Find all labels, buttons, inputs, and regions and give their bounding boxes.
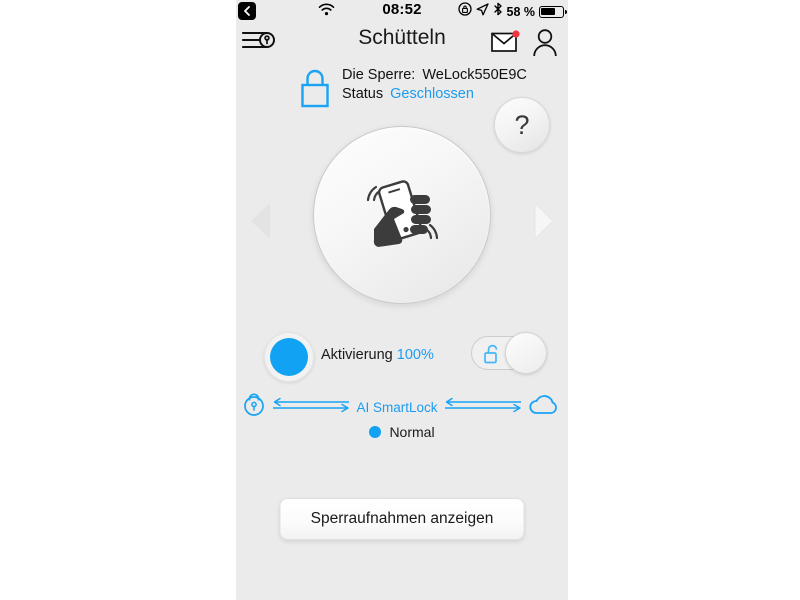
double-arrow-icon bbox=[441, 396, 525, 419]
normal-status-row: Normal bbox=[236, 424, 568, 440]
profile-person-icon[interactable] bbox=[531, 28, 559, 62]
padlock-open-icon bbox=[483, 344, 501, 369]
normal-status-label: Normal bbox=[389, 424, 435, 440]
lock-toggle-switch[interactable] bbox=[471, 332, 547, 374]
status-badge[interactable]: Geschlossen bbox=[390, 85, 474, 104]
cloud-icon bbox=[528, 393, 562, 422]
lock-circle-icon bbox=[242, 392, 266, 423]
show-lock-records-button[interactable]: Sperraufnahmen anzeigen bbox=[279, 498, 525, 540]
phone-screen: 08:52 58 % Schütteln Die Sperre: WeLock5… bbox=[236, 0, 568, 600]
double-arrow-icon bbox=[269, 396, 353, 419]
battery-percent-label: 58 % bbox=[506, 4, 536, 19]
shake-button[interactable] bbox=[313, 126, 491, 304]
rotation-lock-icon bbox=[457, 2, 472, 21]
battery-icon bbox=[539, 5, 567, 18]
bluetooth-icon bbox=[493, 2, 503, 21]
chevron-right-icon[interactable] bbox=[530, 200, 556, 247]
status-bar-right-group: 58 % bbox=[457, 2, 567, 21]
padlock-closed-icon bbox=[298, 67, 332, 116]
lock-name-row: Die Sperre: WeLock550E9C bbox=[342, 66, 527, 85]
hand-shaking-phone-icon bbox=[356, 167, 448, 264]
activation-text: Aktivierung 100% bbox=[321, 347, 434, 363]
toggle-knob[interactable] bbox=[505, 332, 547, 374]
mail-envelope-icon[interactable] bbox=[491, 30, 521, 59]
lock-status-row: Status Geschlossen bbox=[342, 85, 527, 104]
chevron-left-icon[interactable] bbox=[248, 200, 274, 247]
lock-label: Die Sperre: bbox=[342, 67, 416, 83]
lock-name-value: WeLock550E9C bbox=[422, 67, 527, 83]
status-dot-icon bbox=[369, 426, 382, 438]
activation-percent: 100% bbox=[396, 347, 434, 363]
status-label: Status bbox=[342, 86, 384, 102]
location-arrow-icon bbox=[476, 2, 489, 21]
activation-row: Aktivierung 100% bbox=[236, 330, 568, 382]
activation-label: Aktivierung bbox=[321, 347, 393, 363]
connection-status-row: AI SmartLock bbox=[236, 392, 568, 422]
lock-info-text: Die Sperre: WeLock550E9C Status Geschlos… bbox=[342, 66, 527, 104]
status-bar: 08:52 58 % bbox=[236, 0, 568, 22]
shake-action-area bbox=[236, 122, 568, 322]
connection-label: AI SmartLock bbox=[356, 399, 438, 415]
app-header: Schütteln bbox=[236, 22, 568, 64]
blue-circle-indicator[interactable] bbox=[264, 332, 314, 382]
